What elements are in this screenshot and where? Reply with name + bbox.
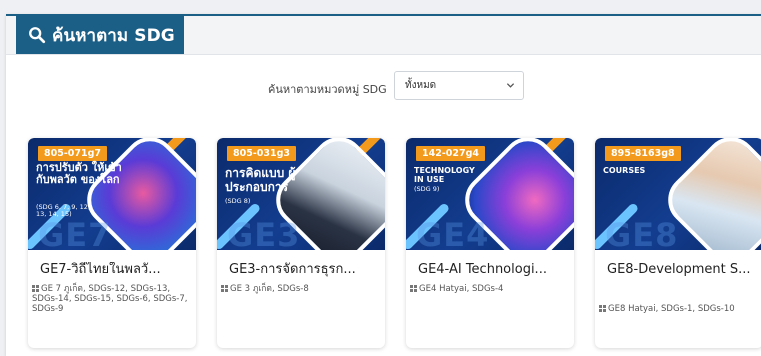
course-code-badge: 805-071g7 [38,146,108,161]
course-meta: GE4 Hatyai, SDGs-4 [410,284,572,294]
select-value: ทั้งหมด [405,80,437,91]
course-meta: GE8 Hatyai, SDGs-1, SDGs-10 [599,304,761,314]
thumbnail-heading: การปรับตัว ให้เข้ากับพลวัต ของโลก [36,161,122,186]
grid-icon [599,305,606,312]
course-thumbnail[interactable]: 142-027g4 TECHNOLOGY IN USE (SDG 9) GE4 [406,138,574,250]
thumbnail-sdg-list: (SDG 9) [414,185,440,193]
thumbnail-watermark: GE3 [227,216,301,250]
course-tags: GE8 Hatyai, SDGs-1, SDGs-10 [608,304,735,314]
grid-icon [221,285,228,292]
panel-title-tab: ค้นหาตาม SDG [16,16,184,54]
thumbnail-watermark: GE7 [38,216,112,250]
course-tags: GE 7 ภูเก็ต, SDGs-12, SDGs-13, SDGs-14, … [32,284,188,314]
course-card[interactable]: 895-8163g8 COURSES GE8 GE8-Development S… [595,138,761,348]
course-thumbnail[interactable]: 805-031g3 การคิดแบบ ผู้ประกอบการ (SDG 8)… [217,138,385,250]
course-card[interactable]: 805-071g7 การปรับตัว ให้เข้ากับพลวัต ของ… [28,138,196,348]
page-title: ค้นหาตาม SDG [52,25,175,46]
course-title[interactable]: GE4-AI Technologi... [418,262,568,278]
course-code-badge: 805-031g3 [227,146,297,161]
thumbnail-heading: การคิดแบบ ผู้ประกอบการ [225,166,296,194]
filter-label: ค้นหาตามหมวดหมู่ SDG [268,83,387,96]
course-tags: GE 3 ภูเก็ต, SDGs-8 [230,284,309,294]
course-card[interactable]: 142-027g4 TECHNOLOGY IN USE (SDG 9) GE4 … [406,138,574,348]
course-code-badge: 895-8163g8 [605,146,681,161]
course-card[interactable]: 805-031g3 การคิดแบบ ผู้ประกอบการ (SDG 8)… [217,138,385,348]
thumbnail-sdg-list: (SDG 8) [225,197,251,205]
course-thumbnail[interactable]: 895-8163g8 COURSES GE8 [595,138,761,250]
filter-row: ค้นหาตามหมวดหมู่ SDG ทั้งหมด [6,71,761,101]
chevron-down-icon [506,83,515,88]
sdg-search-panel: ค้นหาตาม SDG ค้นหาตามหมวดหมู่ SDG ทั้งหม… [6,14,761,356]
thumbnail-watermark: GE4 [416,216,490,250]
course-title[interactable]: GE8-Development S... [607,262,757,278]
course-title[interactable]: GE3-การจัดการธุรก... [229,262,379,278]
search-icon [29,27,46,44]
thumbnail-heading: COURSES [603,166,646,175]
grid-icon [410,285,417,292]
grid-icon [32,285,39,292]
course-code-badge: 142-027g4 [416,146,486,161]
course-meta: GE 3 ภูเก็ต, SDGs-8 [221,284,383,294]
course-meta: GE 7 ภูเก็ต, SDGs-12, SDGs-13, SDGs-14, … [32,284,194,314]
sdg-category-select[interactable]: ทั้งหมด [394,71,524,100]
thumbnail-heading: TECHNOLOGY IN USE [414,166,475,184]
course-title[interactable]: GE7-วิถีไทยในพลวั... [40,262,190,278]
thumbnail-watermark: GE8 [605,216,679,250]
course-tags: GE4 Hatyai, SDGs-4 [419,284,504,294]
course-thumbnail[interactable]: 805-071g7 การปรับตัว ให้เข้ากับพลวัต ของ… [28,138,196,250]
